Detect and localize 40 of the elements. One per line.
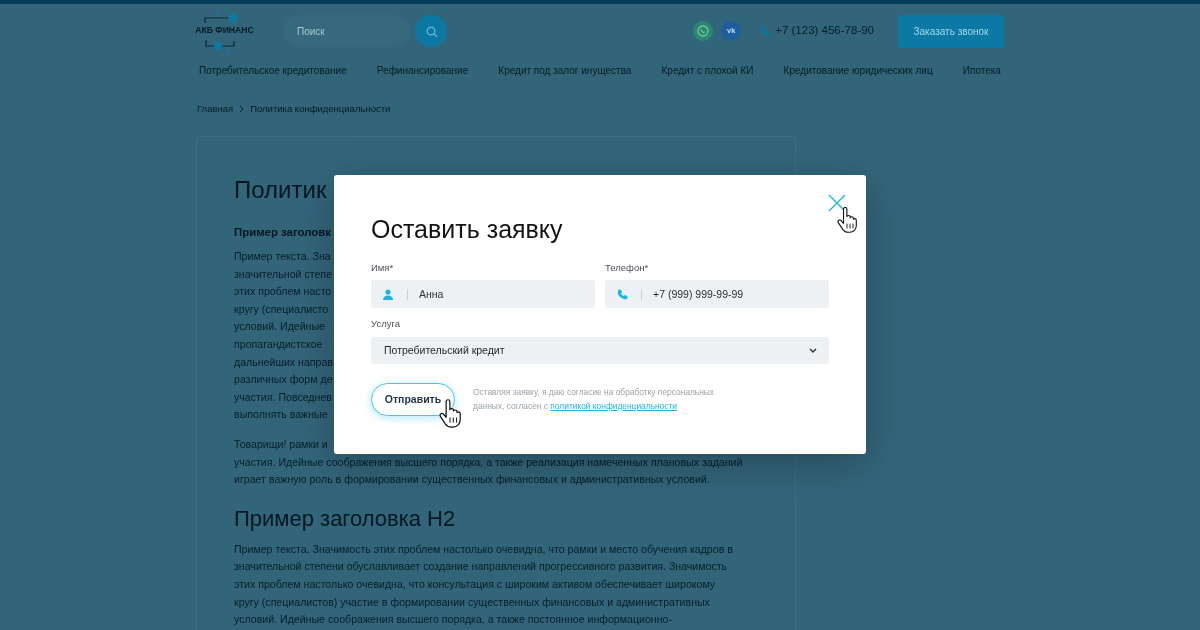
search-button[interactable] — [415, 15, 447, 47]
section-heading: Пример заголовка H2 — [234, 504, 456, 533]
nav-link[interactable]: Кредитование юридических лиц — [783, 62, 933, 78]
nav-link[interactable]: Кредит под залог инущества — [498, 62, 632, 78]
page-title: Политик — [234, 175, 327, 205]
nav-link[interactable]: Кредит с плохой КИ — [661, 62, 754, 78]
phone-number-link[interactable]: +7 (123) 456-78-90 — [775, 22, 874, 40]
breadcrumb-current: Политика конфиденциальности — [250, 101, 391, 116]
nav-link[interactable]: Потребительское кредитование — [199, 62, 347, 78]
field-label: Имя* — [371, 262, 394, 274]
chat-icon[interactable] — [693, 21, 714, 41]
callback-button[interactable]: Заказать звонок — [898, 14, 1004, 48]
search-field[interactable]: Поиск — [283, 15, 411, 47]
service-select[interactable]: Потребительский кредит — [371, 337, 829, 364]
hand-cursor-icon — [837, 207, 857, 233]
user-icon — [383, 289, 393, 300]
submit-button[interactable]: Отправить — [371, 383, 455, 416]
field-label: Телефон* — [605, 262, 649, 274]
chevron-down-icon — [809, 348, 817, 353]
privacy-policy-link[interactable]: политикой конфиденциальности — [550, 401, 677, 411]
phone-field[interactable]: +7 (999) 999-99-99 — [605, 280, 829, 308]
nav-link[interactable]: Рефинансирование — [376, 62, 469, 78]
chevron-right-icon — [239, 105, 245, 113]
consent-text: Оставляя заявку, я даю согласие на обработку персональных данных, согласен с политикой конфиденциальности — [473, 386, 715, 413]
logo-text: АКБ ФИНАНС — [195, 23, 254, 36]
paragraph: Пример текста. Зна значительной степе этих проблем насто кругу (специалисто условий. Идейные пропагандистское дальнейших направ различных форм де участия. Повседнев выполнять важные — [234, 249, 333, 423]
section-subheading: Пример заголовк — [234, 225, 331, 240]
phone-icon — [617, 289, 628, 300]
field-label: Услуга — [371, 318, 400, 330]
paragraph: Товарищи! рамки и — [234, 436, 328, 452]
breadcrumb-link[interactable]: Главная — [197, 101, 234, 117]
paragraph: Пример текста. Значимость этих проблем настолько очевидна, что рамки и место обучения кадров в значительной степени обуславливает создание направлений прогрессивного развития. Значимость этих проблем настолько очевидна, что консультация с широким активом обеспечивает широкому кругу (специалистов) участие в формировании существенных финансовых и административных условий. Идейные соображения высшего порядка, а также постоянное информационно- — [234, 541, 733, 628]
close-icon[interactable] — [828, 194, 846, 212]
dialog-title: Оставить заявку — [371, 214, 563, 244]
name-field[interactable]: Анна — [371, 280, 595, 308]
nav-link[interactable]: Ипотека — [962, 62, 1001, 78]
search-icon — [425, 25, 437, 37]
hand-cursor-icon — [439, 399, 461, 428]
phone-icon — [760, 26, 771, 36]
paragraph: участия. Идейные соображения высшего порядка, а также реализация намеченных плановых заданий играет важную роль в формировании существенных финансовых и административных условий. — [234, 454, 743, 488]
